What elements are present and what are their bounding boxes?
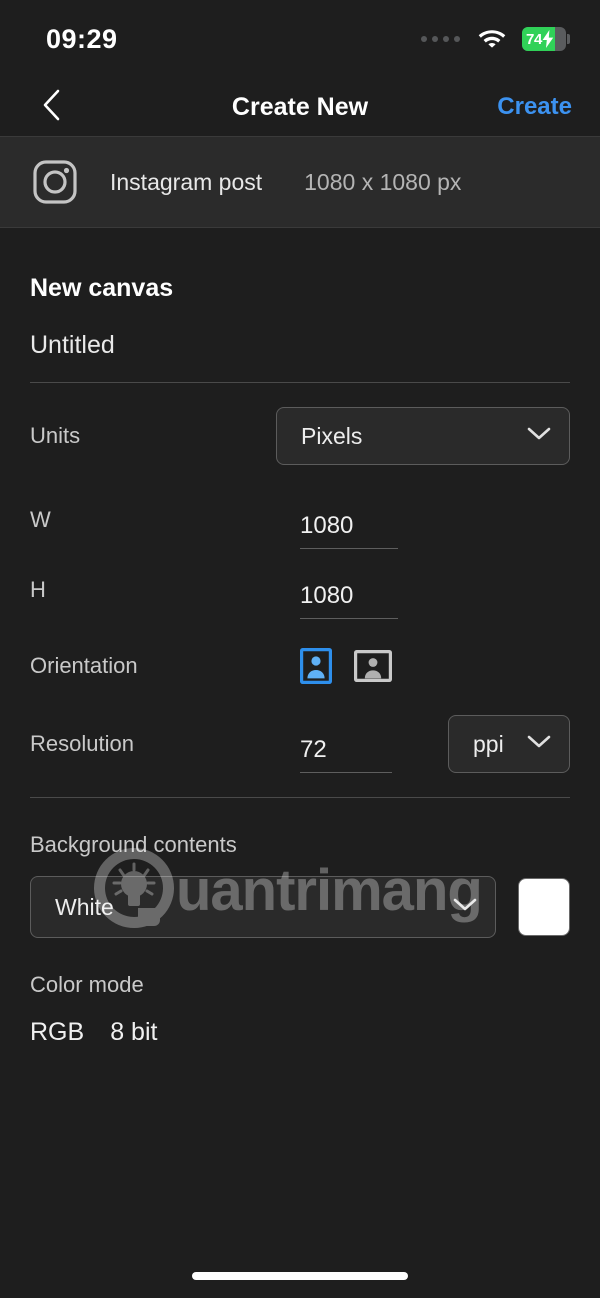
units-row: Units Pixels [30, 401, 570, 471]
battery-percent-label: 74 [526, 30, 543, 48]
resolution-input-wrap: 72 [300, 715, 392, 773]
width-row: W 1080 [30, 485, 570, 555]
status-time: 09:29 [46, 23, 118, 54]
height-row: H 1080 [30, 555, 570, 625]
back-button[interactable] [30, 86, 72, 128]
chevron-left-icon [42, 89, 60, 126]
background-color-swatch[interactable] [518, 878, 570, 936]
width-label: W [30, 507, 51, 532]
landscape-orientation-icon[interactable] [354, 650, 392, 682]
section-title: New canvas [30, 274, 174, 302]
color-mode-row[interactable]: RGB 8 bit [30, 1018, 570, 1047]
chevron-down-icon [527, 735, 551, 754]
width-input[interactable]: 1080 [300, 512, 398, 549]
charging-bolt-icon [542, 30, 554, 48]
orientation-label: Orientation [30, 653, 138, 678]
height-input-wrap: 1080 [300, 561, 398, 619]
preset-name: Instagram post [110, 168, 263, 195]
document-name-input[interactable]: Untitled [30, 331, 570, 383]
app-screen: 09:29 74 Create New Create Instagram pos… [0, 0, 600, 1298]
background-contents-row: White [30, 876, 570, 938]
status-indicators: 74 [421, 26, 570, 53]
create-button[interactable]: Create [497, 93, 572, 121]
chevron-down-icon [527, 427, 551, 446]
resolution-value: 72 [300, 736, 327, 763]
section-divider [30, 797, 570, 798]
signal-dots-icon [421, 36, 460, 42]
color-depth-value: 8 bit [110, 1018, 158, 1046]
battery-cap [567, 34, 570, 44]
background-contents-label: Background contents [30, 832, 237, 857]
chevron-down-icon [453, 898, 477, 917]
resolution-input[interactable]: 72 [300, 736, 392, 773]
status-bar: 09:29 74 [0, 0, 600, 78]
portrait-orientation-icon[interactable] [300, 648, 332, 684]
height-value: 1080 [300, 582, 354, 609]
background-contents-select[interactable]: White [30, 876, 496, 938]
color-mode-value: RGB [30, 1018, 85, 1046]
units-select[interactable]: Pixels [276, 407, 570, 465]
preset-row[interactable]: Instagram post 1080 x 1080 px [0, 136, 600, 228]
units-value: Pixels [301, 422, 363, 449]
height-input[interactable]: 1080 [300, 582, 398, 619]
wifi-icon [477, 26, 507, 53]
preset-size: 1080 x 1080 px [304, 168, 462, 195]
battery-indicator: 74 [522, 27, 570, 51]
background-contents-value: White [55, 893, 114, 920]
height-label: H [30, 577, 46, 602]
resolution-row: Resolution 72 ppi [30, 709, 570, 779]
resolution-unit-select[interactable]: ppi [448, 715, 570, 773]
canvas-settings-form: New canvas Untitled Units Pixels W 1080 [0, 274, 600, 1047]
color-mode-label: Color mode [30, 972, 144, 997]
width-input-wrap: 1080 [300, 491, 398, 549]
units-label: Units [30, 423, 81, 448]
width-value: 1080 [300, 512, 354, 539]
navigation-bar: Create New Create [0, 78, 600, 136]
resolution-label: Resolution [30, 731, 134, 756]
resolution-unit-value: ppi [473, 730, 504, 757]
home-indicator[interactable] [192, 1272, 408, 1280]
orientation-row: Orientation [30, 631, 570, 701]
instagram-icon [30, 157, 80, 207]
document-name-value: Untitled [30, 331, 115, 359]
orientation-group [300, 648, 392, 684]
